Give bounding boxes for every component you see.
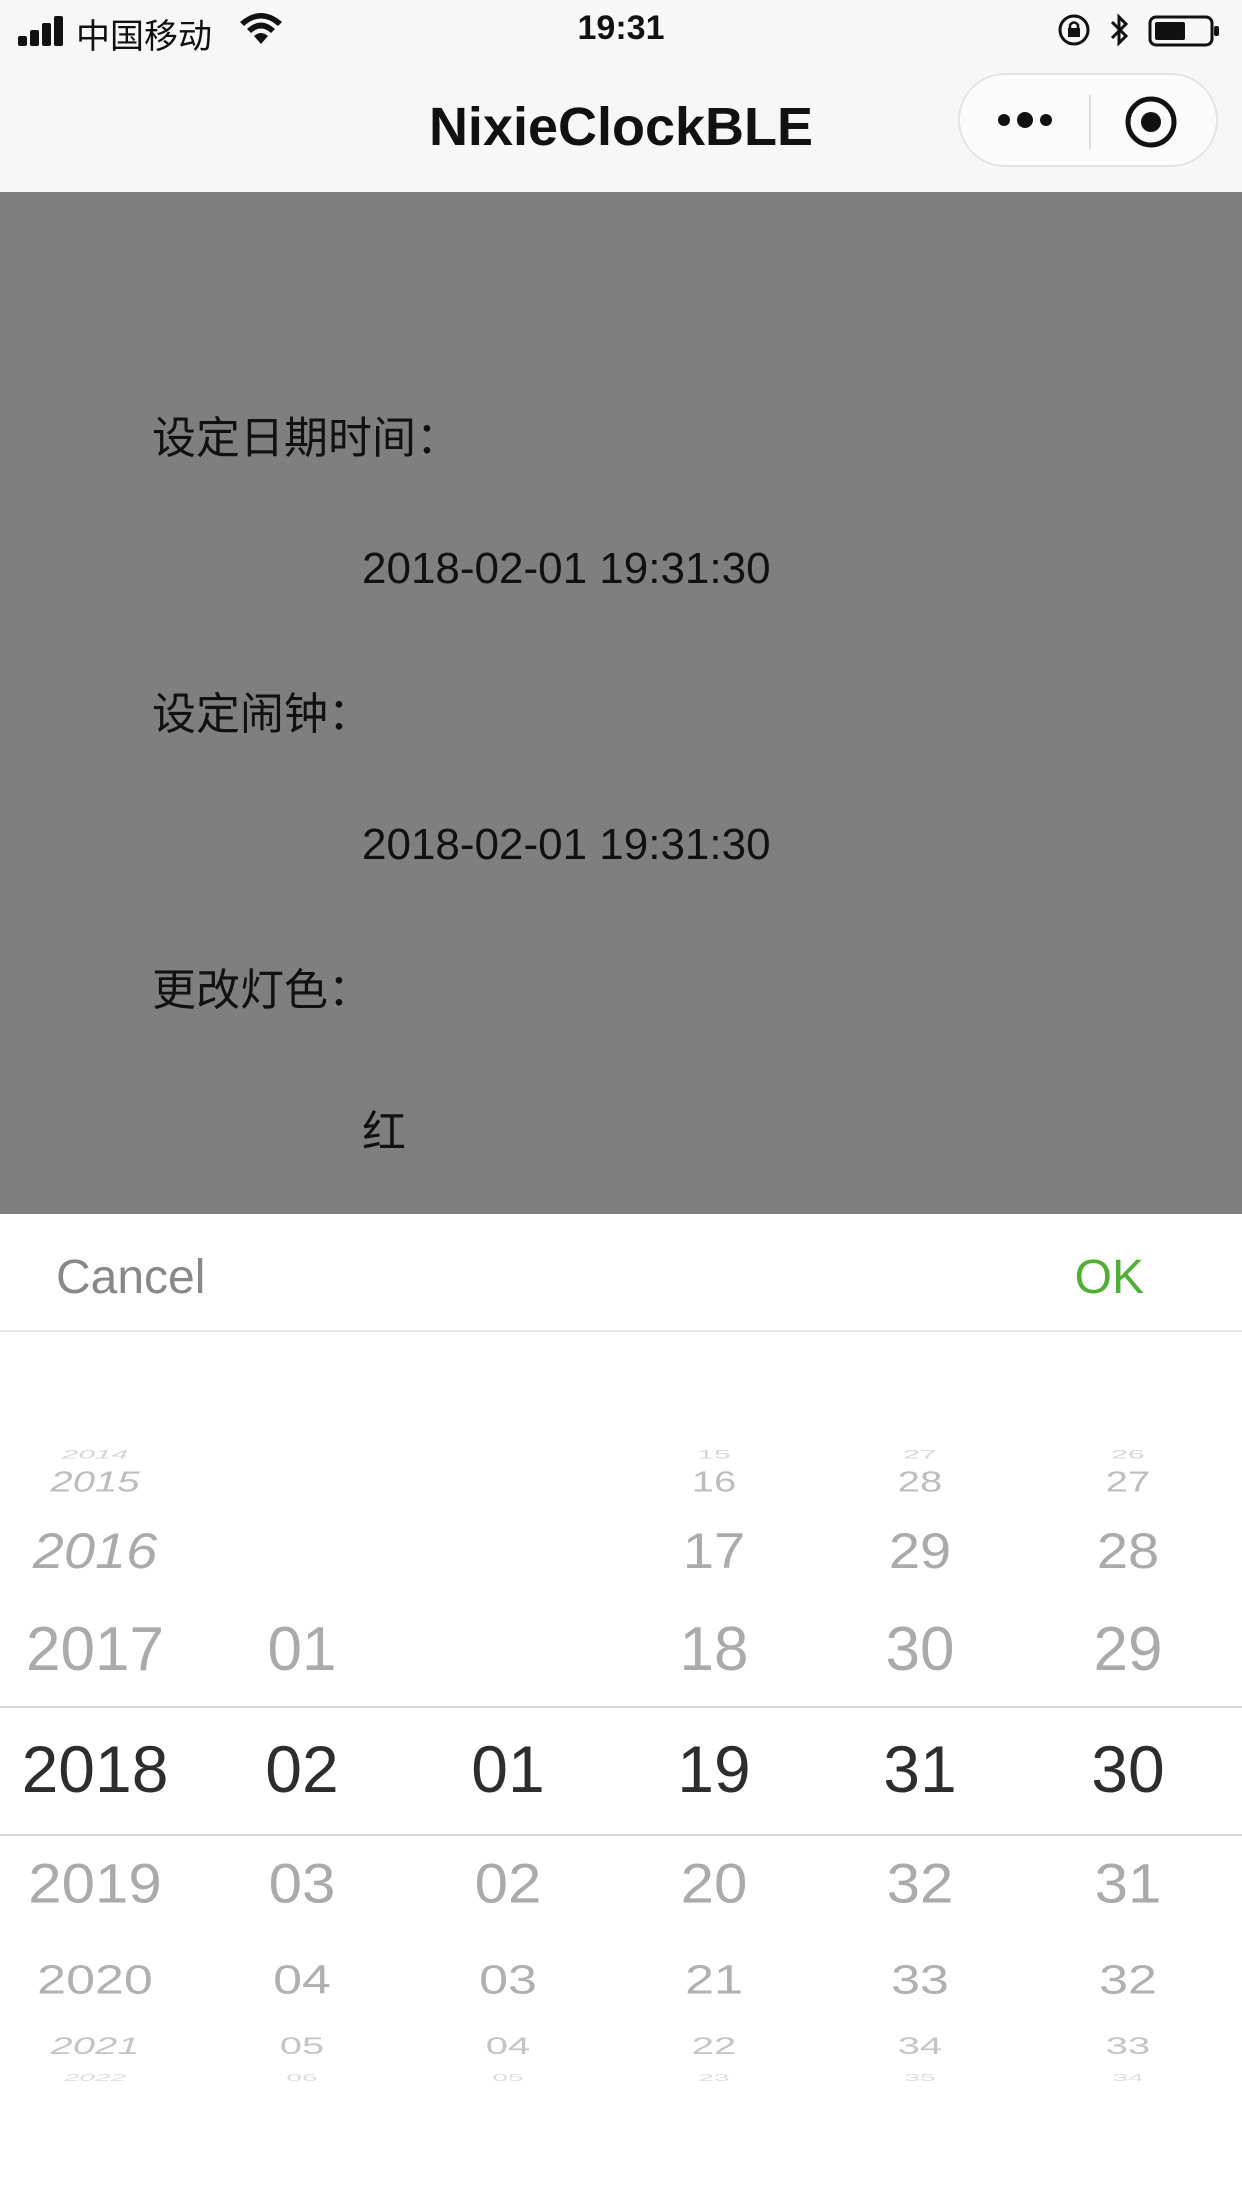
hour-option: 20 bbox=[680, 1852, 748, 1915]
hour-option: 18 bbox=[679, 1615, 749, 1684]
color-label: 更改灯色： bbox=[152, 965, 372, 1016]
datetime-label: 设定日期时间： bbox=[152, 413, 460, 464]
month-option: 06 bbox=[286, 2072, 318, 2084]
hour-selected: 19 bbox=[677, 1732, 751, 1806]
month-option: 01 bbox=[267, 1615, 337, 1684]
year-option: 2019 bbox=[28, 1852, 162, 1915]
day-selected: 01 bbox=[471, 1732, 545, 1806]
second-selected: 30 bbox=[1091, 1732, 1165, 1806]
second-option: 26 bbox=[1111, 1448, 1145, 1462]
month-option: 03 bbox=[268, 1852, 336, 1915]
minute-option: 34 bbox=[897, 2032, 943, 2060]
year-option: 2014 bbox=[61, 1448, 129, 1462]
minute-option: 29 bbox=[888, 1522, 952, 1579]
hour-column[interactable]: 15 16 17 18 19 20 21 22 23 bbox=[614, 1214, 814, 2208]
second-option: 34 bbox=[1112, 2072, 1144, 2084]
status-bar: 中国移动 19:31 bbox=[0, 0, 1242, 64]
rotation-lock-icon bbox=[1058, 14, 1090, 46]
year-option: 2021 bbox=[50, 2032, 140, 2060]
second-option: 33 bbox=[1105, 2032, 1151, 2060]
second-column[interactable]: 26 27 28 29 30 31 32 33 34 bbox=[1028, 1214, 1228, 2208]
datetime-value[interactable]: 2018-02-01 19:31:30 bbox=[362, 544, 771, 594]
minute-selected: 31 bbox=[883, 1732, 957, 1806]
day-option: 04 bbox=[485, 2032, 531, 2060]
close-miniprogram-icon[interactable] bbox=[1122, 93, 1180, 151]
navigation-bar: NixieClockBLE bbox=[0, 64, 1242, 192]
day-option: 02 bbox=[474, 1852, 542, 1915]
more-icon[interactable] bbox=[990, 95, 1060, 145]
menu-capsule bbox=[958, 73, 1218, 167]
minute-option: 35 bbox=[904, 2072, 936, 2084]
month-option: 05 bbox=[279, 2032, 325, 2060]
year-option: 2020 bbox=[37, 1957, 153, 2003]
year-option: 2022 bbox=[63, 2072, 127, 2084]
screen: 中国移动 19:31 NixieClockBLE 设定日期时间： 2018-02… bbox=[0, 0, 1242, 2208]
minute-option: 28 bbox=[897, 1466, 943, 1498]
bluetooth-icon bbox=[1110, 13, 1129, 47]
year-column[interactable]: 2014 2015 2016 2017 2018 2019 2020 2021 … bbox=[0, 1214, 195, 2208]
color-value[interactable]: 红 bbox=[362, 1096, 406, 1160]
month-option: 04 bbox=[273, 1957, 331, 2003]
minute-option: 27 bbox=[903, 1448, 937, 1462]
hour-option: 23 bbox=[698, 2072, 730, 2084]
second-option: 31 bbox=[1094, 1852, 1162, 1915]
hour-option: 17 bbox=[682, 1522, 746, 1579]
alarm-label: 设定闹钟： bbox=[152, 689, 372, 740]
minute-column[interactable]: 27 28 29 30 31 32 33 34 35 bbox=[820, 1214, 1020, 2208]
minute-option: 33 bbox=[891, 1957, 949, 2003]
second-option: 32 bbox=[1099, 1957, 1157, 2003]
second-option: 29 bbox=[1093, 1615, 1163, 1684]
hour-option: 22 bbox=[691, 2032, 737, 2060]
battery-icon bbox=[1148, 15, 1219, 47]
capsule-divider bbox=[1089, 95, 1091, 149]
day-option: 03 bbox=[479, 1957, 537, 2003]
hour-option: 15 bbox=[697, 1448, 731, 1462]
day-option: 05 bbox=[492, 2072, 524, 2084]
year-option: 2016 bbox=[32, 1522, 158, 1579]
hour-option: 16 bbox=[691, 1466, 737, 1498]
month-column[interactable]: 01 02 03 04 05 06 bbox=[202, 1214, 402, 2208]
year-option: 2017 bbox=[26, 1615, 164, 1684]
alarm-value[interactable]: 2018-02-01 19:31:30 bbox=[362, 820, 771, 870]
year-selected: 2018 bbox=[21, 1732, 169, 1806]
year-option: 2015 bbox=[50, 1466, 140, 1498]
datetime-picker: Cancel OK 2014 2015 2016 2017 2018 2019 … bbox=[0, 1214, 1242, 2208]
minute-option: 30 bbox=[885, 1615, 955, 1684]
second-option: 28 bbox=[1096, 1522, 1160, 1579]
settings-content: 设定日期时间： 2018-02-01 19:31:30 设定闹钟： 2018-0… bbox=[0, 192, 1242, 1214]
month-selected: 02 bbox=[265, 1732, 339, 1806]
hour-option: 21 bbox=[685, 1957, 743, 2003]
minute-option: 32 bbox=[886, 1852, 954, 1915]
second-option: 27 bbox=[1105, 1466, 1151, 1498]
day-column[interactable]: 01 02 03 04 05 bbox=[408, 1214, 608, 2208]
